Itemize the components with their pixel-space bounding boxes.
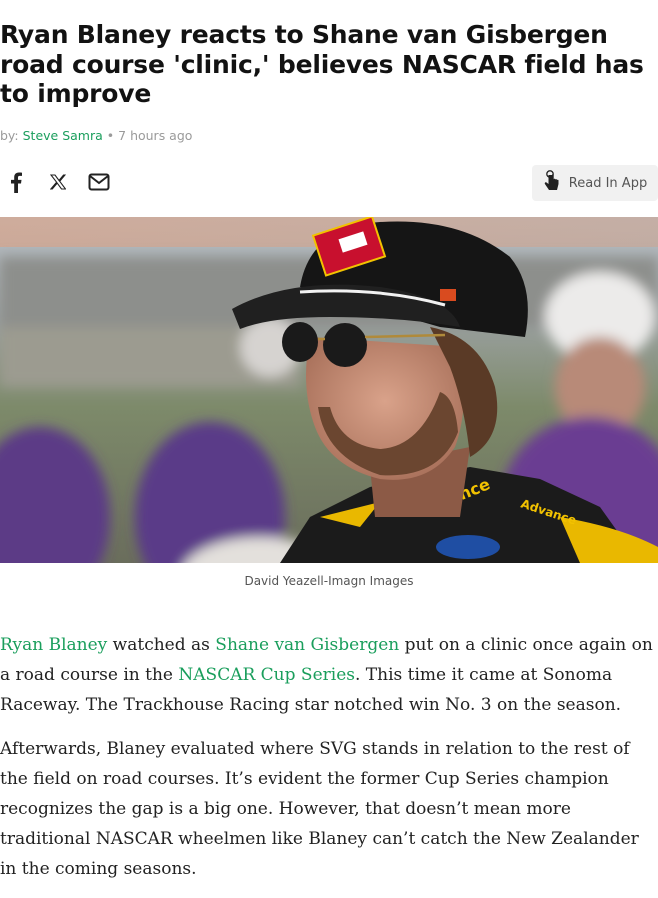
facebook-icon[interactable] [8,171,24,198]
byline: by: Steve Samra • 7 hours ago [0,128,192,143]
publish-time: 7 hours ago [118,128,193,143]
share-bar: Read In App [0,165,658,205]
byline-prefix: by: [0,128,19,143]
photo-caption: David Yeazell-Imagn Images [244,574,414,588]
read-in-app-button[interactable]: Read In App [532,165,658,201]
author-link[interactable]: Steve Samra [23,128,103,143]
email-icon[interactable] [88,173,110,196]
paragraph-text: watched as [107,635,216,655]
article-headline: Ryan Blaney reacts to Shane van Gisberge… [0,20,644,108]
link-ryan-blaney[interactable]: Ryan Blaney [0,635,107,655]
link-nascar-cup-series[interactable]: NASCAR Cup Series [178,665,355,685]
read-in-app-label: Read In App [568,175,648,191]
tap-hand-icon [543,170,561,196]
link-shane-van-gisbergen[interactable]: Shane van Gisbergen [215,635,399,655]
x-icon[interactable] [49,174,67,195]
paragraph-2: Afterwards, Blaney evaluated where SVG s… [0,739,639,879]
byline-separator: • [106,128,115,143]
paragraph-1: Ryan Blaney watched as Shane van Gisberg… [0,630,658,720]
article-photo: Advance Advance [0,217,658,563]
article-body: Ryan Blaney watched as Shane van Gisberg… [0,630,658,898]
